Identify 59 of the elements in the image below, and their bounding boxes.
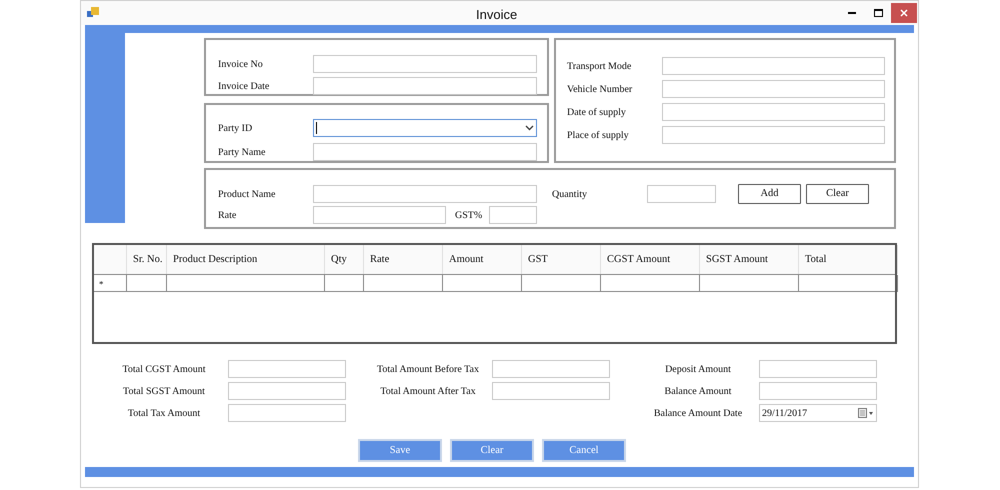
field-label: Invoice No (218, 58, 264, 72)
field-label: Total Tax Amount (126, 406, 202, 420)
input-field[interactable] (228, 404, 346, 422)
column-header: Product Description (167, 245, 325, 274)
input-field[interactable] (662, 57, 885, 75)
window-title: Invoice (476, 6, 518, 24)
calendar-icon (858, 408, 874, 418)
input-field[interactable] (228, 382, 346, 400)
input-field[interactable] (313, 206, 446, 224)
field-label: Total SGST Amount (122, 384, 206, 398)
field-label: Vehicle Number (567, 82, 634, 96)
field-label: Total Amount After Tax (379, 384, 477, 398)
date-value: 29/11/2017 (762, 406, 808, 420)
field-label: Invoice Date (218, 80, 270, 94)
form-button[interactable]: Clear (806, 184, 869, 204)
input-field[interactable] (662, 103, 885, 121)
close-icon (900, 9, 908, 17)
field-label: Total CGST Amount (121, 362, 206, 376)
column-header: SGST Amount (700, 245, 799, 274)
input-field[interactable] (492, 382, 610, 400)
column-header: Total (799, 245, 898, 274)
column-header: GST (522, 245, 601, 274)
column-header: Amount (443, 245, 522, 274)
field-label: Place of supply (567, 128, 630, 142)
field-label: Product Name (218, 188, 276, 202)
field-label: Total Amount Before Tax (376, 362, 480, 376)
app-icon (87, 7, 99, 19)
input-field[interactable] (228, 360, 346, 378)
input-field[interactable] (662, 80, 885, 98)
input-field[interactable] (759, 382, 877, 400)
close-button[interactable] (891, 3, 917, 23)
field-label: Transport Mode (567, 60, 632, 74)
input-field[interactable] (313, 55, 537, 73)
field-label: Date of supply (567, 106, 627, 120)
field-label: GST% (454, 208, 484, 222)
field-label: Balance Amount Date (652, 406, 744, 420)
chevron-icon (525, 125, 534, 131)
column-header: CGST Amount (601, 245, 700, 274)
input-field[interactable] (489, 206, 537, 224)
input-field[interactable] (647, 185, 716, 203)
input-field[interactable] (759, 360, 877, 378)
column-header: Sr. No. (127, 245, 167, 274)
text-cursor (316, 122, 317, 134)
form-button[interactable]: Add (738, 184, 801, 204)
field-label: Party Name (218, 146, 266, 160)
field-label: Rate (218, 208, 238, 222)
input-field[interactable] (313, 143, 537, 161)
input-field[interactable] (313, 77, 537, 95)
column-header: Qty (325, 245, 364, 274)
input-field[interactable] (662, 126, 885, 144)
field-label: Deposit Amount (664, 362, 732, 376)
column-header: Rate (364, 245, 443, 274)
field-label: Quantity (552, 188, 588, 202)
date-picker-field[interactable]: 29/11/2017 (759, 404, 877, 422)
dropdown-field[interactable] (313, 119, 537, 137)
input-field[interactable] (492, 360, 610, 378)
field-label: Party ID (218, 122, 254, 136)
field-label: Balance Amount (664, 384, 732, 398)
input-field[interactable] (313, 185, 537, 203)
